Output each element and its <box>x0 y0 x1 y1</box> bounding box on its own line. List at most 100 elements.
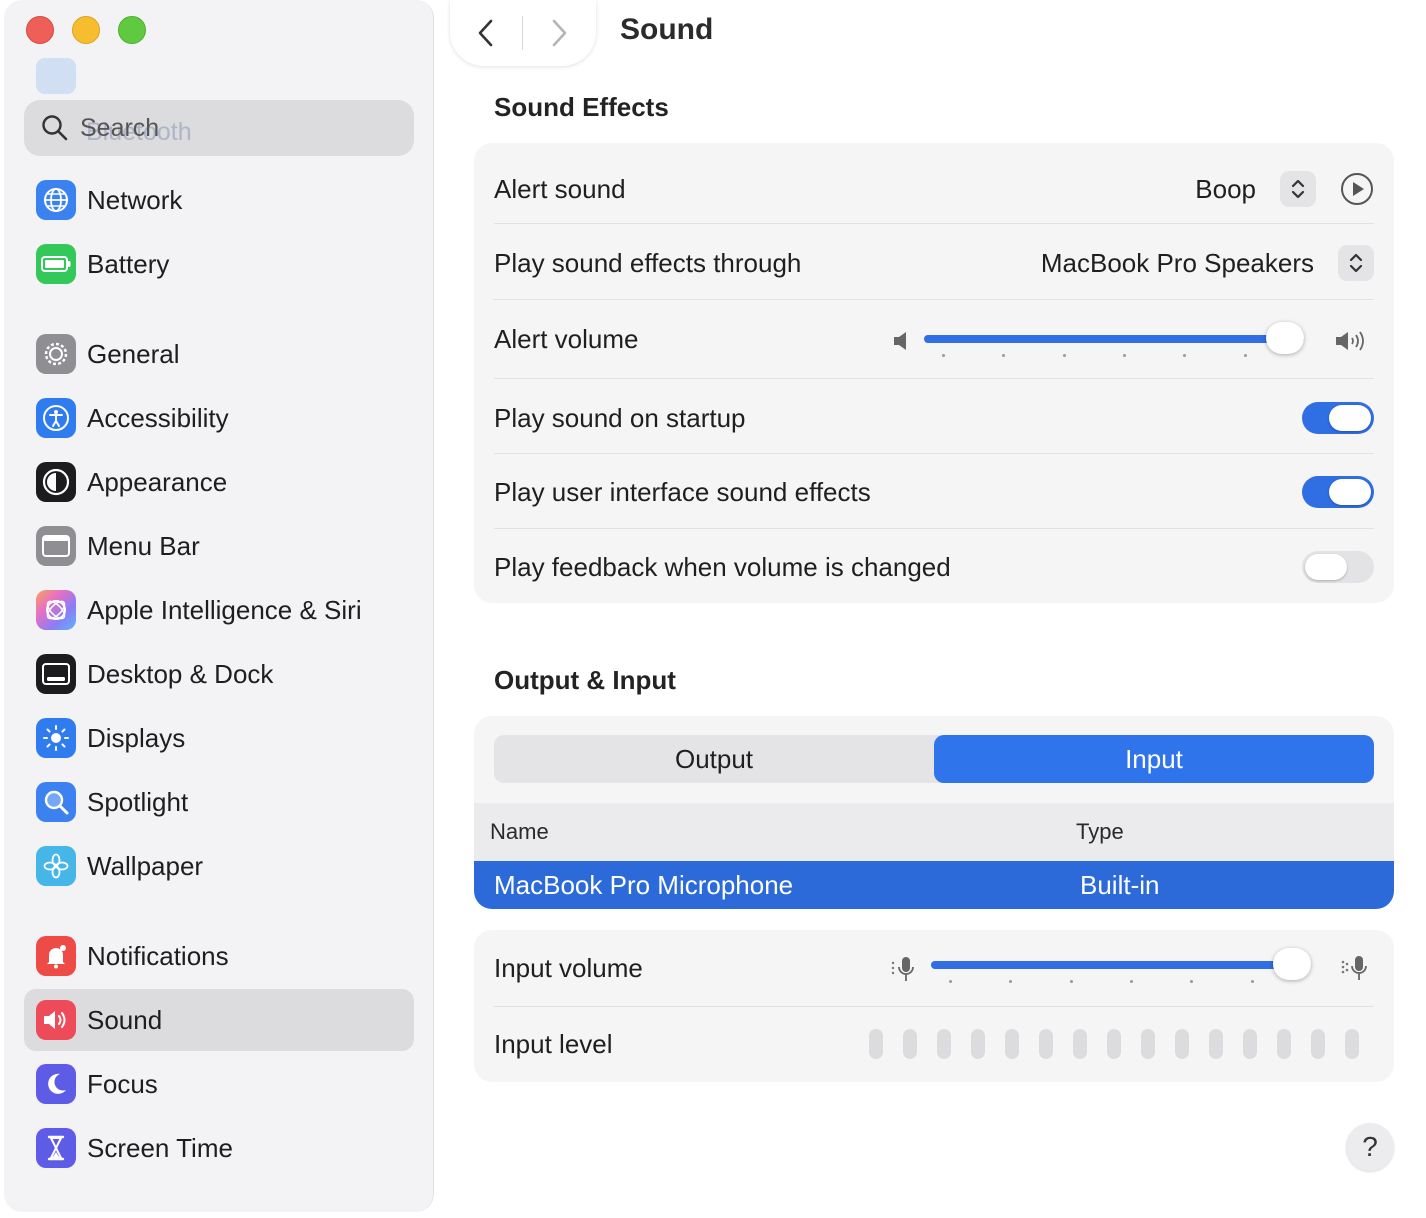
sidebar-item-label: Menu Bar <box>87 530 200 561</box>
output-input-card: Output Input Name Type MacBook Pro Micro… <box>474 716 1394 909</box>
sidebar-item-battery[interactable]: Battery <box>24 233 414 295</box>
alert-volume-knob[interactable] <box>1266 322 1304 354</box>
sidebar-item-focus[interactable]: Focus <box>24 1053 414 1115</box>
sidebar-item-wallpaper[interactable]: Wallpaper <box>24 835 414 897</box>
alert-sound-row: Alert sound Boop <box>494 153 1374 225</box>
input-volume-label: Input volume <box>494 952 643 983</box>
sidebar-item-label: Wallpaper <box>87 850 204 881</box>
play-through-stepper[interactable] <box>1338 245 1374 281</box>
slider-tick <box>1122 354 1126 357</box>
sidebar-item-label: Network <box>87 184 183 215</box>
chevron-up-down-icon <box>1291 179 1305 199</box>
play-through-popup[interactable]: MacBook Pro Speakers <box>1041 248 1314 279</box>
input-card: Input volume Input level <box>474 930 1394 1082</box>
sidebar-item-desktop-dock[interactable]: Desktop & Dock <box>24 643 414 705</box>
device-name: MacBook Pro Microphone <box>494 869 794 900</box>
appearance-icon <box>36 462 76 502</box>
feedback-row: Play feedback when volume is changed <box>494 531 1374 603</box>
sidebar-item-label: Accessibility <box>87 402 229 433</box>
sidebar-item-appearance[interactable]: Appearance <box>24 451 414 513</box>
table-row[interactable]: MacBook Pro Microphone Built-in <box>474 861 1394 909</box>
back-button[interactable] <box>450 3 522 63</box>
sidebar-item-apple-intelligence[interactable]: Apple Intelligence & Siri <box>24 579 414 641</box>
sidebar-item-sound[interactable]: Sound <box>24 989 414 1051</box>
moon-icon <box>36 1064 76 1104</box>
sidebar-item-displays[interactable]: Displays <box>24 707 414 769</box>
sidebar-item-label: Apple Intelligence & Siri <box>87 594 362 625</box>
alert-sound-label: Alert sound <box>494 173 626 204</box>
globe-icon <box>36 180 76 220</box>
startup-toggle[interactable] <box>1302 402 1374 434</box>
input-level-bar <box>903 1029 917 1059</box>
sidebar-item-screen-time[interactable]: Screen Time <box>24 1117 414 1179</box>
input-level-bar <box>1345 1029 1359 1059</box>
divider <box>494 223 1374 224</box>
sidebar-item-label: Notifications <box>87 940 229 971</box>
feedback-toggle[interactable] <box>1302 551 1374 583</box>
sidebar-item-spotlight[interactable]: Spotlight <box>24 771 414 833</box>
gear-icon <box>36 334 76 374</box>
ui-effects-row: Play user interface sound effects <box>494 456 1374 528</box>
alert-volume-label: Alert volume <box>494 323 639 354</box>
sidebar-item-label: Spotlight <box>87 786 189 817</box>
divider <box>494 299 1374 300</box>
section-title-output-input: Output & Input <box>494 665 676 695</box>
input-level-bar <box>1039 1029 1053 1059</box>
zoom-window-button[interactable] <box>118 16 146 44</box>
input-level-label: Input level <box>494 1028 613 1059</box>
column-header-name[interactable]: Name <box>490 819 549 845</box>
chevron-left-icon <box>478 19 493 47</box>
menubar-icon <box>36 526 76 566</box>
tab-output[interactable]: Output <box>494 735 934 783</box>
ui-effects-label: Play user interface sound effects <box>494 476 871 507</box>
sidebar-item-label: Sound <box>87 1004 163 1035</box>
sidebar-item-notifications[interactable]: Notifications <box>24 925 414 987</box>
input-volume-knob[interactable] <box>1273 948 1311 980</box>
search-field[interactable]: Bluetooth Search <box>24 100 414 156</box>
input-level-bar <box>869 1029 883 1059</box>
minimize-window-button[interactable] <box>72 16 100 44</box>
close-window-button[interactable] <box>26 16 54 44</box>
speaker-low-icon <box>894 332 906 350</box>
divider <box>494 528 1374 529</box>
alert-sound-stepper[interactable] <box>1280 171 1316 207</box>
dock-icon <box>36 654 76 694</box>
sidebar-item-label: Displays <box>87 722 186 753</box>
input-level-bar <box>1243 1029 1257 1059</box>
sidebar-item-label: Appearance <box>87 466 228 497</box>
divider <box>494 1006 1374 1007</box>
alert-sound-popup[interactable]: Boop <box>1195 174 1256 205</box>
column-header-type[interactable]: Type <box>1076 819 1124 845</box>
input-level-bar <box>971 1029 985 1059</box>
hourglass-icon <box>36 1128 76 1168</box>
sidebar-item-label: Screen Time <box>87 1132 233 1163</box>
input-level-bar <box>1073 1029 1087 1059</box>
page-title: Sound <box>620 13 714 46</box>
alert-volume-slider[interactable] <box>924 322 1304 354</box>
play-button[interactable] <box>1340 172 1374 206</box>
input-volume-fill <box>931 961 1311 969</box>
sidebar-item-general[interactable]: General <box>24 323 414 385</box>
input-level-bar <box>1209 1029 1223 1059</box>
divider <box>494 453 1374 454</box>
input-volume-slider[interactable] <box>931 948 1311 980</box>
slider-tick <box>942 354 945 357</box>
chevron-right-icon <box>552 19 567 47</box>
accessibility-icon <box>36 398 76 438</box>
divider <box>494 378 1374 379</box>
ui-effects-toggle[interactable] <box>1302 476 1374 508</box>
help-button[interactable]: ? <box>1346 1123 1394 1171</box>
speaker-high-icon <box>1336 331 1364 351</box>
siri-icon <box>36 590 76 630</box>
forward-button[interactable] <box>523 3 595 63</box>
sidebar-item-label: Focus <box>87 1068 158 1099</box>
sidebar-item-accessibility[interactable]: Accessibility <box>24 387 414 449</box>
sidebar-item-network[interactable]: Network <box>24 169 414 231</box>
navigation-buttons <box>450 0 596 66</box>
tab-input[interactable]: Input <box>934 735 1374 783</box>
slider-tick <box>1243 354 1247 357</box>
battery-icon <box>36 244 76 284</box>
sidebar-item-menu-bar[interactable]: Menu Bar <box>24 515 414 577</box>
sidebar: Bluetooth Search Network Battery General… <box>4 0 434 1212</box>
sidebar-item-label: General <box>87 338 180 369</box>
